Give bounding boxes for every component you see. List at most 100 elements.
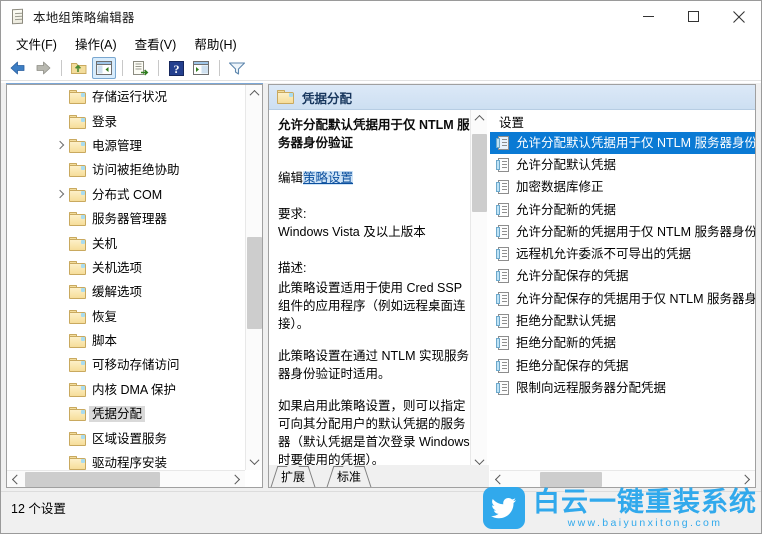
- settings-list-item[interactable]: 远程机允许委派不可导出的凭据: [490, 243, 755, 265]
- filter-icon[interactable]: [225, 57, 249, 79]
- tree-item[interactable]: 脚本: [7, 329, 245, 353]
- chevron-right-icon[interactable]: [53, 188, 67, 202]
- tree-scroll-left-icon[interactable]: [7, 471, 24, 487]
- tree-hscroll-thumb[interactable]: [25, 472, 160, 487]
- menu-bar: 文件(F) 操作(A) 查看(V) 帮助(H): [1, 32, 761, 55]
- description-label: 描述:: [278, 261, 307, 275]
- local-group-policy-editor-window: 本地组策略编辑器 文件(F) 操作(A) 查看(V) 帮助(H) ? 存储运行状…: [0, 0, 762, 534]
- settings-item-label: 允许分配保存的凭据: [516, 269, 629, 284]
- tree-scroll-thumb[interactable]: [247, 237, 262, 329]
- toolbar: ?: [1, 55, 761, 81]
- toolbar-separator: [122, 60, 123, 76]
- description-scroll-up-icon[interactable]: [471, 110, 488, 127]
- menu-view[interactable]: 查看(V): [126, 32, 186, 55]
- policy-setting-link[interactable]: 策略设置: [303, 171, 354, 185]
- column-header-setting: 设置: [499, 115, 525, 130]
- tab-extended[interactable]: 扩展: [270, 466, 316, 487]
- tree-item[interactable]: 访问被拒绝协助: [7, 158, 245, 182]
- close-icon[interactable]: [716, 1, 761, 32]
- settings-list-item[interactable]: 拒绝分配默认凭据: [490, 310, 755, 332]
- tree-item-label: 恢复: [92, 309, 118, 324]
- show-hide-tree-icon[interactable]: [92, 57, 116, 79]
- menu-file[interactable]: 文件(F): [7, 32, 66, 55]
- settings-list-item[interactable]: 允许分配默认凭据: [490, 154, 755, 176]
- tree-item-label: 分布式 COM: [92, 187, 163, 202]
- tree-item[interactable]: 凭据分配: [7, 402, 245, 426]
- settings-list-item[interactable]: 允许分配保存的凭据用于仅 NTLM 服务器身份验证: [490, 288, 755, 310]
- watermark-url: www.baiyunxitong.com: [567, 516, 723, 529]
- tree-item-label: 缓解选项: [92, 285, 143, 300]
- settings-item-label: 限制向远程服务器分配凭据: [516, 380, 667, 395]
- tree-scroll-up-icon[interactable]: [246, 85, 262, 102]
- policy-setting-icon: [496, 269, 510, 284]
- tree-item[interactable]: 关机选项: [7, 256, 245, 280]
- tree-item[interactable]: 关机: [7, 231, 245, 255]
- tree-item[interactable]: 内核 DMA 保护: [7, 378, 245, 402]
- back-icon[interactable]: [6, 57, 30, 79]
- tree-item[interactable]: 登录: [7, 109, 245, 133]
- policy-requirement-section: 要求: Windows Vista 及以上版本: [278, 205, 470, 241]
- settings-list-item[interactable]: 允许分配新的凭据用于仅 NTLM 服务器身份验证: [490, 221, 755, 243]
- minimize-icon[interactable]: [626, 1, 671, 32]
- settings-list-item[interactable]: 限制向远程服务器分配凭据: [490, 377, 755, 399]
- tree-item-label: 关机: [92, 236, 118, 251]
- folder-icon: [69, 358, 86, 373]
- tree-item[interactable]: 电源管理: [7, 134, 245, 158]
- content-header-title: 凭据分配: [302, 91, 353, 106]
- show-detail-icon[interactable]: [189, 57, 213, 79]
- tree-item-label: 电源管理: [92, 138, 143, 153]
- menu-action[interactable]: 操作(A): [66, 32, 126, 55]
- navigation-tree-panel: 存储运行状况登录电源管理访问被拒绝协助分布式 COM 服务器管理器 关机关机选项缓解…: [6, 84, 263, 488]
- content-panel: 凭据分配 允许分配默认凭据用于仅 NTLM 服务器身份验证 编辑策略设置 要求:…: [268, 84, 756, 488]
- tree-item[interactable]: 驱动程序安装: [7, 451, 245, 471]
- tree-scroll-down-icon[interactable]: [246, 453, 262, 470]
- settings-list-item[interactable]: 允许分配新的凭据: [490, 199, 755, 221]
- settings-list-item[interactable]: 加密数据库修正: [490, 177, 755, 199]
- tree-item-label: 登录: [92, 114, 118, 129]
- description-scroll-thumb[interactable]: [472, 134, 487, 212]
- window-controls: [626, 1, 761, 32]
- settings-item-label: 允许分配默认凭据用于仅 NTLM 服务器身份验证: [516, 135, 755, 150]
- export-list-icon[interactable]: [128, 57, 152, 79]
- toolbar-separator: [158, 60, 159, 76]
- tree-item[interactable]: 存储运行状况: [7, 85, 245, 109]
- settings-list-item[interactable]: 拒绝分配保存的凭据: [490, 355, 755, 377]
- up-folder-icon[interactable]: [67, 57, 91, 79]
- tree-item[interactable]: 恢复: [7, 305, 245, 329]
- folder-icon: [69, 187, 86, 202]
- tree-item[interactable]: 服务器管理器: [7, 207, 245, 231]
- description-vertical-scrollbar[interactable]: [470, 110, 487, 470]
- settings-column-header[interactable]: 设置: [490, 110, 755, 132]
- tree-item-label: 驱动程序安装: [92, 456, 168, 471]
- tree-horizontal-scrollbar[interactable]: [7, 470, 245, 487]
- settings-item-label: 远程机允许委派不可导出的凭据: [516, 247, 692, 262]
- settings-list-item[interactable]: 允许分配默认凭据用于仅 NTLM 服务器身份验证: [490, 132, 755, 155]
- menu-help[interactable]: 帮助(H): [185, 32, 245, 55]
- tree-item[interactable]: 缓解选项: [7, 280, 245, 304]
- policy-setting-icon: [496, 336, 510, 351]
- tree-list[interactable]: 存储运行状况登录电源管理访问被拒绝协助分布式 COM 服务器管理器 关机关机选项缓解…: [7, 85, 245, 471]
- tree-item[interactable]: 可移动存储访问: [7, 353, 245, 377]
- settings-list[interactable]: 允许分配默认凭据用于仅 NTLM 服务器身份验证允许分配默认凭据加密数据库修正允…: [490, 132, 755, 470]
- tree-item-label: 凭据分配: [89, 406, 146, 423]
- tree-item-label: 服务器管理器: [92, 212, 168, 227]
- forward-icon[interactable]: [31, 57, 55, 79]
- settings-list-item[interactable]: 允许分配保存的凭据: [490, 266, 755, 288]
- tree-vertical-scrollbar[interactable]: [245, 85, 262, 470]
- tree-scroll-right-icon[interactable]: [228, 471, 245, 487]
- tree-item[interactable]: 区域设置服务: [7, 426, 245, 450]
- policy-setting-icon: [496, 380, 510, 396]
- help-icon[interactable]: ?: [164, 57, 188, 79]
- tree-item[interactable]: 分布式 COM: [7, 183, 245, 207]
- folder-icon: [69, 407, 86, 422]
- chevron-right-icon[interactable]: [53, 139, 67, 153]
- settings-list-item[interactable]: 拒绝分配新的凭据: [490, 333, 755, 355]
- tab-standard[interactable]: 标准: [326, 466, 372, 487]
- content-header: 凭据分配: [269, 85, 755, 110]
- maximize-icon[interactable]: [671, 1, 716, 32]
- folder-icon: [69, 456, 86, 471]
